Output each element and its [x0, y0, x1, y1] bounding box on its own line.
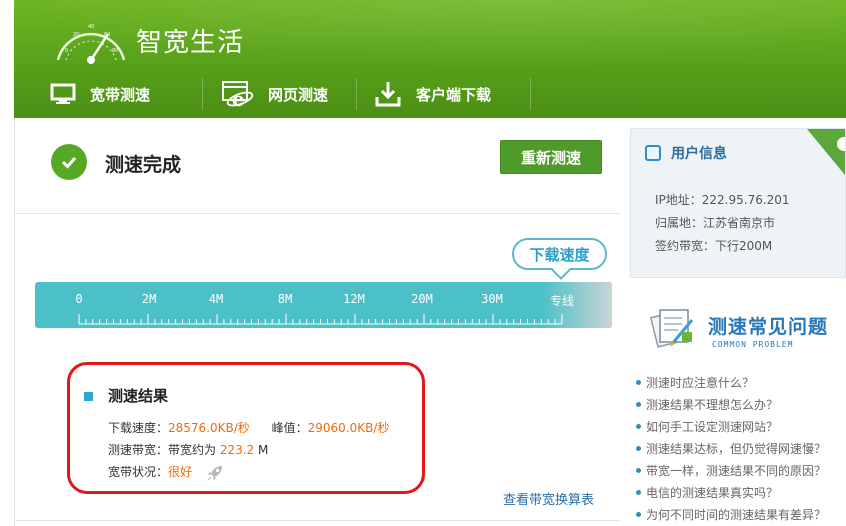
- faq-item[interactable]: 带宽一样，测速结果不同的原因？: [636, 460, 826, 482]
- ie-browser-icon: e: [222, 81, 254, 108]
- nav-divider: [202, 78, 203, 110]
- speedometer-logo-icon: 0 20 40 60 80: [56, 24, 126, 64]
- condition-line: 宽带状况：很好: [108, 463, 224, 482]
- bandwidth-line: 测速带宽：带宽约为 223.2 M: [108, 441, 268, 458]
- corner-badge-icon: [807, 129, 845, 175]
- ip-address: IP地址：222.95.76.201: [655, 193, 790, 207]
- nav-divider: [530, 78, 531, 110]
- speed-scale-bar: 0 2M 4M 8M 12M 20M 30M 专线: [35, 282, 612, 328]
- retest-button[interactable]: 重新测速: [500, 140, 602, 174]
- faq-item[interactable]: 测速时应注意什么？: [636, 372, 826, 394]
- faq-document-icon: [649, 309, 694, 348]
- nav-label: 客户端下载: [416, 85, 492, 104]
- faq-panel: 测速常见问题 COMMON PROBLEM 测速时应注意什么？ 测速结果不理想怎…: [630, 296, 846, 526]
- location: 归属地：江苏省南京市: [655, 216, 776, 230]
- divider: [15, 520, 621, 521]
- peak-value: 29060.0KB/秒: [307, 421, 390, 435]
- status-title: 测速完成: [105, 154, 182, 176]
- result-title: 测速结果: [108, 387, 169, 405]
- scale-label: 8M: [277, 292, 293, 306]
- faq-item[interactable]: 电信的测速结果真实吗？: [636, 482, 826, 504]
- scale-label: 30M: [481, 292, 503, 306]
- result-box: 测速结果 下载速度：28576.0KB/秒 峰值：29060.0KB/秒 测速带…: [67, 362, 425, 494]
- svg-text:20: 20: [73, 32, 79, 38]
- user-info-icon: [645, 145, 661, 161]
- nav-client-download[interactable]: 客户端下载: [374, 70, 491, 118]
- download-icon: [375, 82, 401, 107]
- download-speed-line: 下载速度：28576.0KB/秒 峰值：29060.0KB/秒: [108, 419, 389, 436]
- faq-subtitle: COMMON PROBLEM: [712, 340, 794, 349]
- monitor-icon: [50, 83, 76, 104]
- condition-label: 宽带状况：: [108, 465, 169, 479]
- download-speed-bubble: 下载速度: [512, 238, 607, 270]
- faq-item[interactable]: 测速结果不理想怎么办？: [636, 394, 826, 416]
- user-info-card: 用户信息 IP地址：222.95.76.201 归属地：江苏省南京市 签约带宽：…: [630, 128, 846, 278]
- brand-name: 智宽生活: [136, 28, 245, 58]
- result-marker: [84, 392, 93, 401]
- nav-label: 宽带测速: [90, 85, 151, 104]
- condition-value: 很好: [168, 465, 193, 479]
- svg-text:40: 40: [88, 24, 94, 30]
- check-circle-icon: [51, 144, 87, 180]
- faq-title: 测速常见问题: [708, 316, 829, 338]
- svg-text:80: 80: [112, 48, 118, 54]
- scale-label: 0: [75, 292, 83, 306]
- scale-label: 2M: [141, 292, 157, 306]
- bandwidth-conversion-link[interactable]: 查看带宽换算表: [503, 489, 594, 508]
- contract-bandwidth: 签约带宽：下行200M: [655, 239, 773, 253]
- bandwidth-value: 223.2: [219, 443, 255, 457]
- svg-text:60: 60: [104, 32, 110, 38]
- scale-label: 专线: [549, 294, 575, 308]
- nav-broadband-test[interactable]: 宽带测速: [50, 70, 150, 118]
- nav-label: 网页测速: [268, 85, 329, 104]
- nav-webpage-test[interactable]: e 网页测速: [222, 70, 328, 118]
- bandwidth-label: 测速带宽：带宽约为: [108, 443, 220, 457]
- main-panel: 测速完成 重新测速 下载速度 0 2M 4M 8M 12M 20M 30M 专线…: [14, 118, 621, 526]
- bandwidth-unit: M: [254, 443, 269, 457]
- status-row: 测速完成 重新测速: [15, 118, 621, 214]
- user-info-header: 用户信息: [645, 143, 727, 163]
- nav-divider: [356, 78, 357, 110]
- faq-item[interactable]: 如何手工设定测速网站？: [636, 416, 826, 438]
- scale-ticks: [78, 314, 563, 325]
- app-header: 0 20 40 60 80 智宽生活 宽带测速 e 网页测速 客户端下载: [14, 0, 846, 118]
- scale-label: 12M: [343, 292, 365, 306]
- faq-item[interactable]: 测速结果达标，但仍觉得网速慢？: [636, 438, 826, 460]
- peak-label: 峰值：: [271, 421, 308, 435]
- main-nav: 宽带测速 e 网页测速 客户端下载: [14, 70, 846, 118]
- faq-header: 测速常见问题 COMMON PROBLEM: [630, 296, 846, 360]
- scale-label: 4M: [208, 292, 224, 306]
- scale-label: 20M: [411, 292, 433, 306]
- svg-text:0: 0: [65, 48, 68, 54]
- faq-item[interactable]: 为何不同时间的测速结果有差异？: [636, 504, 826, 526]
- user-info-title: 用户信息: [671, 146, 727, 162]
- download-speed-label: 下载速度：: [108, 421, 169, 435]
- rocket-icon: [206, 465, 222, 481]
- faq-list: 测速时应注意什么？ 测速结果不理想怎么办？ 如何手工设定测速网站？ 测速结果达标…: [636, 372, 826, 526]
- download-speed-value: 28576.0KB/秒: [168, 421, 250, 435]
